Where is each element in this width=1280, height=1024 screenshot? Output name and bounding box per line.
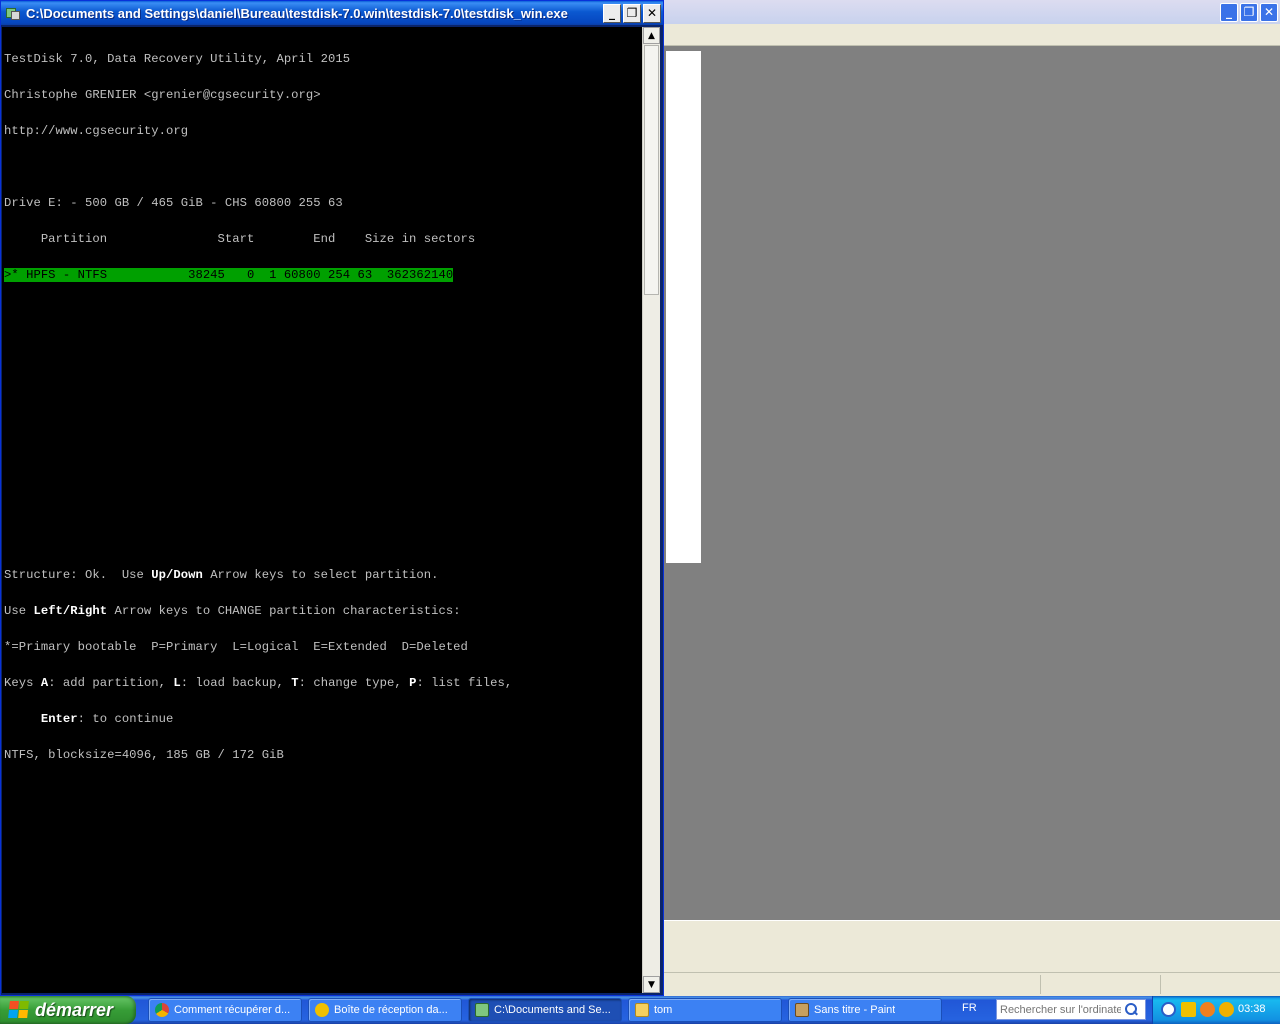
header-line: TestDisk 7.0, Data Recovery Utility, Apr… <box>4 52 351 66</box>
chrome-icon <box>155 1003 169 1017</box>
minimize-button[interactable]: _ <box>603 3 621 23</box>
ntfs-info-line: NTFS, blocksize=4096, 185 GB / 172 GiB <box>4 748 284 762</box>
partition-row-selected[interactable]: >* HPFS - NTFS 38245 0 1 60800 254 63 36… <box>4 268 454 282</box>
clock[interactable]: 03:38 <box>1238 1003 1266 1015</box>
console-icon <box>475 1003 489 1017</box>
paint-icon <box>795 1003 809 1017</box>
paint-status-bar <box>664 972 1280 996</box>
task-paint[interactable]: Sans titre - Paint <box>788 998 942 1022</box>
notification-icon[interactable] <box>1219 1002 1234 1017</box>
structure-line: Structure: Ok. Use Up/Down Arrow keys to… <box>4 568 439 582</box>
paint-minimize-button[interactable]: _ <box>1220 2 1238 22</box>
start-button[interactable]: démarrer <box>0 996 136 1024</box>
task-console[interactable]: C:\Documents and Se... <box>468 998 622 1022</box>
arrow-keys-line: Use Left/Right Arrow keys to CHANGE part… <box>4 604 461 618</box>
paint-palette-area <box>664 920 1280 972</box>
scroll-up-arrow-icon[interactable]: ▲ <box>643 27 660 44</box>
partition-table-header: Partition Start End Size in sectors <box>4 232 476 246</box>
start-label: démarrer <box>35 999 114 1020</box>
scroll-thumb[interactable] <box>644 45 659 295</box>
paint-restore-button[interactable]: ❐ <box>1240 2 1258 22</box>
paint-title-bar[interactable]: _ ❐ ✕ <box>664 0 1280 24</box>
paint-canvas[interactable] <box>666 51 701 563</box>
enter-line: Enter: to continue <box>40 712 174 726</box>
search-box[interactable] <box>996 999 1146 1020</box>
console-output[interactable]: TestDisk 7.0, Data Recovery Utility, Apr… <box>2 27 642 993</box>
scroll-down-arrow-icon[interactable]: ▼ <box>643 976 660 993</box>
terminal-text: TestDisk 7.0, Data Recovery Utility, Apr… <box>4 29 512 785</box>
console-window[interactable]: C:\Documents and Settings\daniel\Bureau\… <box>0 0 664 996</box>
taskbar: démarrer Comment récupérer d... Boîte de… <box>0 996 1280 1024</box>
envelope-icon[interactable] <box>1181 1002 1196 1017</box>
folder-icon <box>635 1003 649 1017</box>
legend-line: *=Primary bootable P=Primary L=Logical E… <box>4 640 468 654</box>
paint-window[interactable]: _ ❐ ✕ <box>664 0 1280 996</box>
task-chrome[interactable]: Comment récupérer d... <box>148 998 302 1022</box>
task-folder[interactable]: tom <box>628 998 782 1022</box>
console-scrollbar[interactable]: ▲ ▼ <box>642 27 660 993</box>
console-app-icon <box>5 5 21 21</box>
windows-flag-icon <box>8 1001 30 1019</box>
console-title-bar[interactable]: C:\Documents and Settings\daniel\Bureau\… <box>1 1 663 25</box>
keys-line: Keys A: add partition, L: load backup, T… <box>4 676 513 690</box>
restore-button[interactable]: ❐ <box>623 3 641 23</box>
mail-icon <box>315 1003 329 1017</box>
back-arrow-icon[interactable] <box>1161 1002 1176 1017</box>
close-button[interactable]: ✕ <box>643 3 661 23</box>
drive-line: Drive E: - 500 GB / 465 GiB - CHS 60800 … <box>4 196 343 210</box>
search-icon[interactable] <box>1123 1002 1139 1018</box>
search-input[interactable] <box>997 1003 1121 1016</box>
paint-menu-strip <box>664 24 1280 46</box>
sync-icon[interactable] <box>1200 1002 1215 1017</box>
url-line: http://www.cgsecurity.org <box>4 124 189 138</box>
paint-canvas-area[interactable] <box>664 46 1280 920</box>
task-mail[interactable]: Boîte de réception da... <box>308 998 462 1022</box>
author-line: Christophe GRENIER <grenier@cgsecurity.o… <box>4 88 321 102</box>
console-title: C:\Documents and Settings\daniel\Bureau\… <box>26 5 568 21</box>
language-indicator[interactable]: FR <box>962 1002 977 1014</box>
paint-close-button[interactable]: ✕ <box>1260 2 1278 22</box>
